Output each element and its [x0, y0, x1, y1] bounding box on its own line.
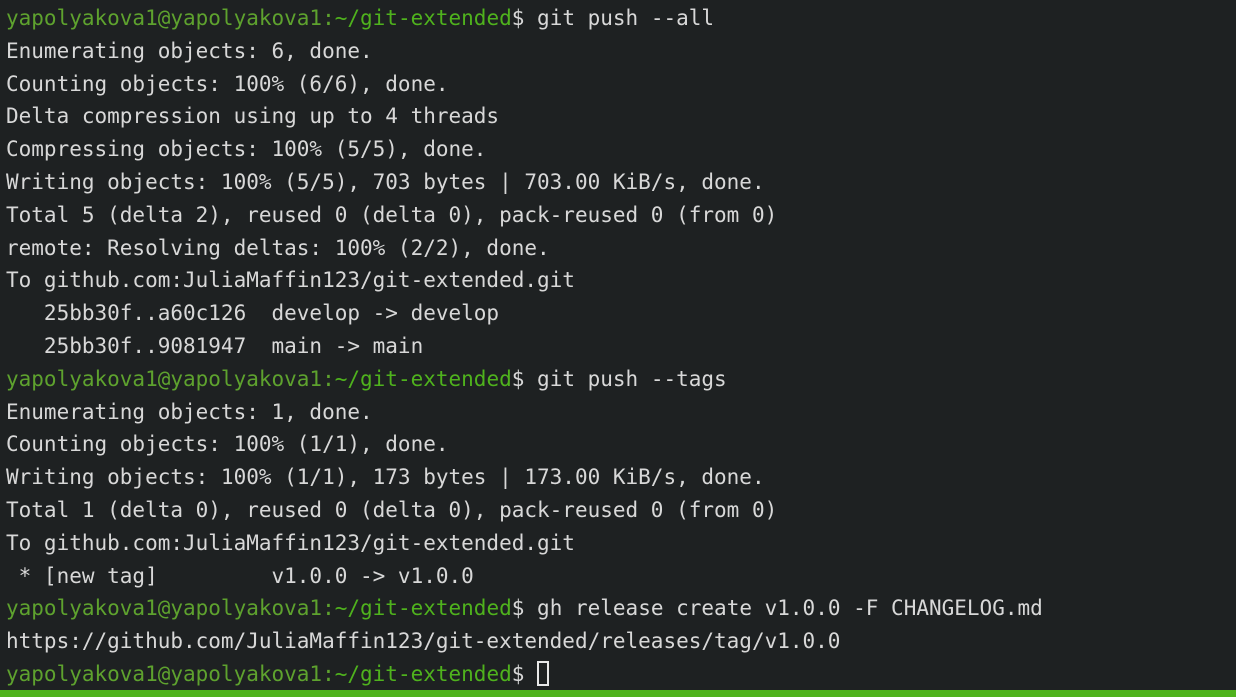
- prompt-separator: :: [322, 6, 335, 30]
- output-line: Delta compression using up to 4 threads: [6, 104, 500, 129]
- command-text: git push --all: [537, 6, 715, 30]
- prompt-path: ~/git-extended: [334, 661, 512, 686]
- prompt-user-host: yapolyakova1@yapolyakova1: [6, 661, 323, 686]
- terminal-bottom-bar: [0, 690, 1236, 697]
- prompt-path: ~/git-extended: [334, 6, 512, 30]
- prompt-line: yapolyakova1@yapolyakova1:~/git-extended…: [6, 658, 1236, 691]
- prompt-line: yapolyakova1@yapolyakova1:~/git-extended…: [6, 363, 1236, 396]
- prompt-path: ~/git-extended: [334, 366, 512, 391]
- prompt-separator: :: [322, 661, 335, 686]
- output-line: remote: Resolving deltas: 100% (2/2), do…: [6, 235, 550, 260]
- output-line: Total 5 (delta 2), reused 0 (delta 0), p…: [6, 202, 778, 227]
- command-text: gh release create v1.0.0 -F CHANGELOG.md: [537, 596, 1043, 621]
- prompt-line: yapolyakova1@yapolyakova1:~/git-extended…: [6, 592, 1236, 625]
- terminal-window[interactable]: yapolyakova1@yapolyakova1:~/git-extended…: [0, 0, 1236, 690]
- prompt-symbol: $: [511, 366, 538, 391]
- command-text: git push --tags: [537, 366, 727, 391]
- prompt-line: yapolyakova1@yapolyakova1:~/git-extended…: [6, 2, 1236, 35]
- output-line: https://github.com/JuliaMaffin123/git-ex…: [6, 629, 841, 654]
- text-cursor[interactable]: [537, 660, 550, 686]
- prompt-symbol: $: [511, 6, 538, 30]
- output-line: * [new tag] v1.0.0 -> v1.0.0: [6, 563, 474, 588]
- output-line: Total 1 (delta 0), reused 0 (delta 0), p…: [6, 497, 778, 522]
- output-line: Writing objects: 100% (1/1), 173 bytes |…: [6, 465, 765, 490]
- prompt-symbol: $: [511, 661, 538, 686]
- prompt-symbol: $: [511, 596, 538, 621]
- output-line: Counting objects: 100% (1/1), done.: [6, 432, 449, 457]
- output-line: 25bb30f..a60c126 develop -> develop: [6, 301, 500, 326]
- output-line: To github.com:JuliaMaffin123/git-extende…: [6, 268, 575, 293]
- output-line: To github.com:JuliaMaffin123/git-extende…: [6, 530, 575, 555]
- prompt-path: ~/git-extended: [334, 596, 512, 621]
- prompt-separator: :: [322, 596, 335, 621]
- prompt-user-host: yapolyakova1@yapolyakova1: [6, 596, 323, 621]
- output-line: 25bb30f..9081947 main -> main: [6, 333, 424, 358]
- prompt-separator: :: [322, 366, 335, 391]
- output-line: Compressing objects: 100% (5/5), done.: [6, 137, 487, 162]
- prompt-user-host: yapolyakova1@yapolyakova1: [6, 6, 323, 30]
- output-line: Counting objects: 100% (6/6), done.: [6, 71, 449, 96]
- output-line: Writing objects: 100% (5/5), 703 bytes |…: [6, 169, 765, 194]
- output-line: Enumerating objects: 1, done.: [6, 399, 373, 424]
- output-line: Enumerating objects: 6, done.: [6, 38, 373, 63]
- prompt-user-host: yapolyakova1@yapolyakova1: [6, 366, 323, 391]
